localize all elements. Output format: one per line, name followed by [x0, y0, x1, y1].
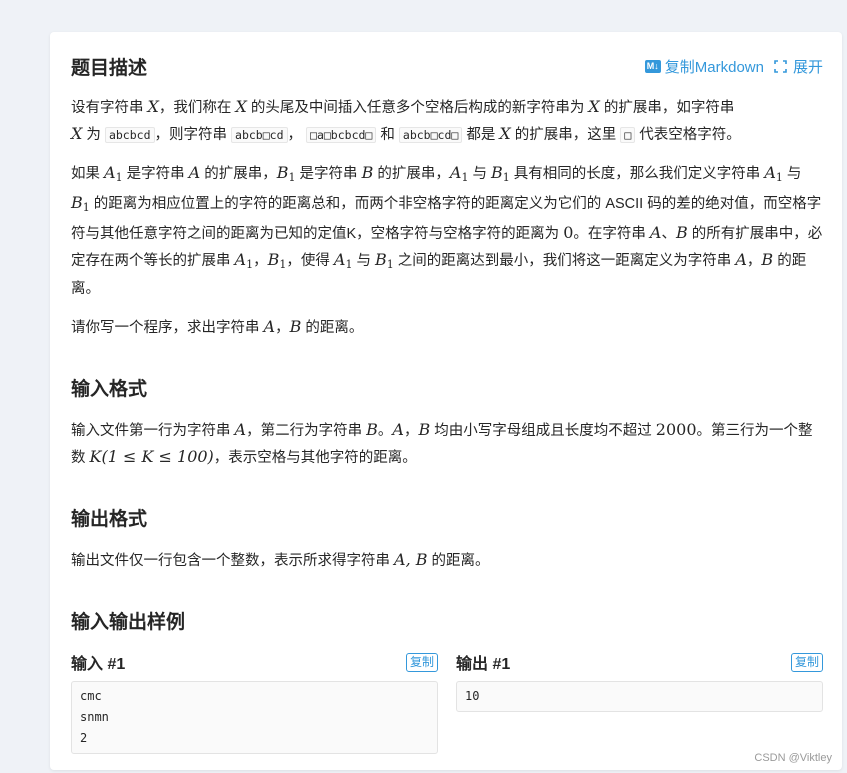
input-format-title: 输入格式	[71, 379, 148, 400]
inline-code: abcb□cd	[231, 127, 288, 143]
samples-title: 输入输出样例	[71, 612, 186, 633]
description-paragraph-3: 请你写一个程序，求出字符串 A，B 的距离。	[71, 317, 364, 336]
sample-output-box[interactable]: 10	[456, 681, 823, 712]
inline-code: abcbcd	[104, 127, 155, 143]
watermark: CSDN @Viktley	[754, 752, 832, 764]
inline-code: abcb□cd□	[398, 127, 463, 143]
header-actions: M↓ 复制Markdown 展开	[635, 56, 823, 77]
sample-row: 输入 #1 复制 cmc snmn 2 输出 #1 复制 10	[71, 649, 823, 754]
inline-code: □	[620, 127, 636, 143]
sample-input: 输入 #1 复制 cmc snmn 2	[71, 649, 438, 754]
sample-input-line: 2	[80, 731, 88, 745]
expand-button[interactable]: 展开	[774, 56, 823, 77]
output-format-title: 输出格式	[71, 509, 148, 530]
sample-input-header: 输入 #1 复制	[71, 649, 438, 675]
output-format-description: 输出文件仅一行包含一个整数，表示所求得字符串 A, B 的距离。	[71, 550, 490, 569]
sample-input-line: snmn	[80, 710, 109, 724]
copy-output-button[interactable]: 复制	[790, 652, 823, 672]
expand-icon	[774, 59, 787, 73]
description-title: 题目描述	[71, 57, 148, 79]
sample-output-line: 10	[465, 689, 480, 703]
input-format-description: 输入文件第一行为字符串 A，第二行为字符串 B。A，B 均由小写字母组成且长度均…	[71, 420, 813, 466]
problem-content: 题目描述 M↓ 复制Markdown 展开 设有字符串 X，我们称在 X 的头尾…	[71, 50, 823, 754]
problem-card: 题目描述 M↓ 复制Markdown 展开 设有字符串 X，我们称在 X 的头尾…	[50, 32, 842, 770]
description-header: 题目描述 M↓ 复制Markdown 展开	[71, 50, 823, 82]
sample-input-line: cmc	[80, 689, 102, 703]
sample-input-label: 输入 #1	[71, 656, 126, 673]
copy-markdown-label: 复制Markdown	[664, 58, 764, 76]
sample-input-box[interactable]: cmc snmn 2	[71, 681, 438, 754]
expand-label: 展开	[792, 58, 823, 76]
description-paragraph-2: 如果 A1 是字符串 A 的扩展串，B1 是字符串 B 的扩展串，A1 与 B1…	[71, 163, 823, 297]
copy-markdown-button[interactable]: M↓ 复制Markdown	[644, 56, 764, 77]
inline-code: □a□bcbcd□	[306, 127, 377, 143]
description-paragraph-1: 设有字符串 X，我们称在 X 的头尾及中间插入任意多个空格后构成的新字符串为 X…	[71, 97, 741, 143]
markdown-icon: M↓	[644, 59, 661, 73]
sample-output-header: 输出 #1 复制	[456, 649, 823, 675]
sample-output: 输出 #1 复制 10	[456, 649, 823, 754]
sample-output-label: 输出 #1	[456, 656, 511, 673]
copy-input-button[interactable]: 复制	[405, 652, 438, 672]
